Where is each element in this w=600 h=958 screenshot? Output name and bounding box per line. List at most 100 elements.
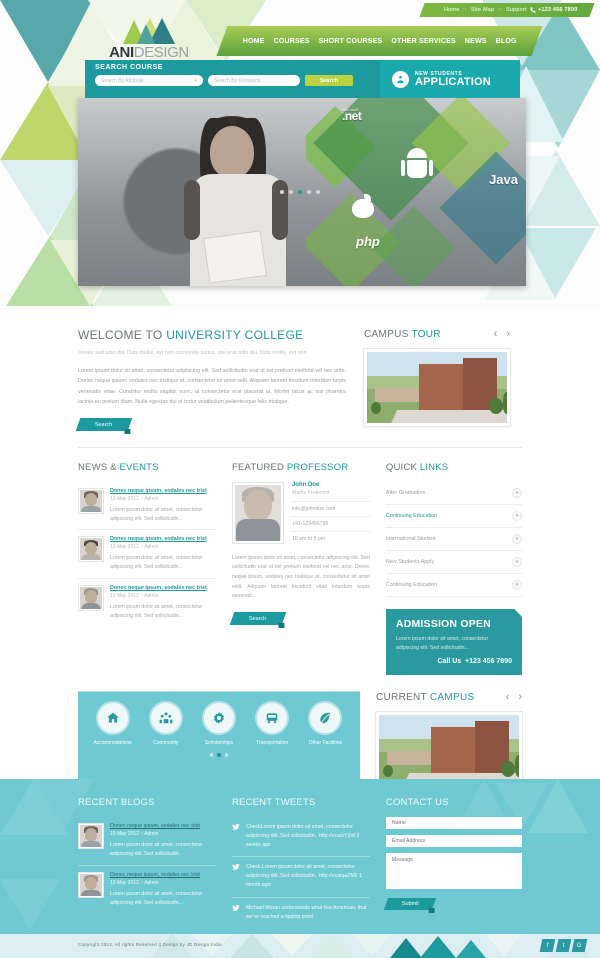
star-icon[interactable]: ★ [512,533,522,544]
quick-link-row[interactable]: New Students Apply ★ [385,551,522,574]
facility-community[interactable]: Community [140,701,192,746]
tweet-item[interactable]: Michael Moran understands what few Ameri… [232,898,370,928]
nav-item-other-services[interactable]: OTHER SERVICES [391,38,456,45]
blog-list-item[interactable]: Donec neque ipsum, sodales nec trist 19 … [78,866,216,914]
news-item-title[interactable]: Donec neque ipsum, sodales nec trist [110,488,216,494]
facilities-dot-2-active[interactable] [217,753,221,757]
facility-transportation[interactable]: Transportation [246,701,298,746]
news-heading: NEWS & EVENTS [78,462,216,473]
news-item-title[interactable]: Donec neque ipsum, sodales nec trist [110,585,216,591]
facility-label: Community [153,740,179,747]
news-list-item[interactable]: Donec neque ipsum, sodales nec trist 19 … [78,482,216,531]
topbar-phone-number: +123 456 7890 [538,7,578,13]
application-label: APPLICATION [415,75,491,88]
facility-scholarships[interactable]: Scholarships [193,701,245,746]
logo-text-ani: ANI [109,44,134,61]
nav-item-blog[interactable]: BLOG [495,38,516,45]
nav-item-home[interactable]: HOME [243,38,265,45]
nav-item-courses[interactable]: COURSES [273,38,309,45]
twitter-bird-icon [232,863,240,890]
recent-tweets-heading: RECENT TWEETS [231,797,316,808]
facility-accommodations[interactable]: Accommodations [87,701,139,746]
footer-section: RECENT BLOGS Donec neque ipsum, sodales … [0,779,600,934]
campus-tour-prev-icon[interactable]: ‹ [494,328,498,340]
blog-item-title[interactable]: Donec neque ipsum, sodales nec trist [110,823,216,829]
quick-link-new-students-apply[interactable]: New Students Apply [386,559,434,565]
quick-link-row[interactable]: Continuing Education ★ [385,505,522,528]
facility-label: Scholarships [204,740,234,747]
tweet-text: Check Lorem ipsum dolor sit amet, consec… [245,864,362,889]
current-campus-heading-plain: CURRENT [376,691,430,703]
quick-link-international-student[interactable]: International Student [386,536,436,542]
welcome-search-button[interactable]: Search [75,417,133,431]
news-item-title[interactable]: Donec neque ipsum, sodales nec trist [110,536,216,542]
search-keywords-input[interactable]: Search By Keywords [208,75,300,86]
contact-submit-button[interactable]: Submit [383,898,437,910]
news-list-item[interactable]: Donec neque ipsum, sodales nec trist 19 … [78,530,216,580]
campus-tour-next-icon[interactable]: › [506,328,510,340]
quick-link-continuing-education-2[interactable]: Continuing Education [386,582,437,588]
facilities-dot-3[interactable] [225,753,229,757]
facilities-dot-1[interactable] [210,753,214,757]
google-plus-icon[interactable]: G [571,939,588,952]
hero-dot-2[interactable] [289,190,293,194]
contact-email-input[interactable] [385,835,522,847]
logo-text-design: DESIGN [133,44,190,61]
student-photo [178,114,298,286]
twitter-icon[interactable]: t [555,939,572,952]
professor-phone: +91-123456789 [291,517,370,532]
quick-link-after-graduation[interactable]: After Graduation [386,490,426,496]
topbar-link-support[interactable]: Support [506,7,527,13]
twitter-bird-icon [232,904,240,922]
blog-list-item[interactable]: Donec neque ipsum, sodales nec trist 19 … [78,817,216,866]
quick-link-row[interactable]: After Graduation ★ [385,482,522,505]
current-campus-prev-icon[interactable]: ‹ [506,691,510,703]
hero-slider-dots[interactable] [0,190,600,194]
topbar-link-home[interactable]: Home [444,7,459,13]
facebook-icon[interactable]: f [539,939,556,952]
quick-link-continuing-education[interactable]: Continuing Education [386,513,437,519]
star-icon[interactable]: ★ [512,487,522,498]
facilities-panel: Accommodations Community Scholarships Tr… [78,691,360,789]
facilities-slider-dots[interactable] [86,753,352,757]
contact-message-textarea[interactable] [385,853,522,889]
star-icon[interactable]: ★ [512,579,522,590]
news-list-item[interactable]: Donec neque ipsum, sodales nec trist 19 … [78,579,216,627]
avatar [78,823,104,849]
blog-item-title[interactable]: Donec neque ipsum, sodales nec trist [110,872,216,878]
logo-text: ANIDESIGN [109,45,189,60]
apple-icon [352,194,374,218]
professor-search-button[interactable]: Search [229,611,287,625]
facility-other[interactable]: Other Facilities [299,701,351,746]
hero-dot-3-active[interactable] [298,190,302,194]
professor-email[interactable]: info@johndoe.com [291,502,370,517]
quick-link-row[interactable]: International Student ★ [385,528,522,551]
news-heading-highlight: EVENTS [119,461,159,473]
blog-item-meta: 19 May 2012 :: Admin [110,831,159,837]
main-navigation: HOME COURSES SHORT COURSES OTHER SERVICE… [216,26,543,56]
hero-dot-1[interactable] [280,190,284,194]
facility-label: Accommodations [93,740,132,747]
new-students-application[interactable]: NEW STUDENTS APPLICATION [380,60,520,98]
star-icon[interactable]: ★ [512,556,522,567]
search-submit-button[interactable]: Search [305,75,353,86]
contact-name-input[interactable] [385,817,522,829]
admission-open-banner[interactable]: ADMISSION OPEN Lorem ipsum dolor sit ame… [386,609,522,676]
professor-name: John Doe [291,481,320,488]
site-logo[interactable]: ANIDESIGN [97,18,201,63]
quick-link-row[interactable]: Continuing Education ★ [385,574,522,597]
nav-item-news[interactable]: NEWS [465,38,487,45]
campus-tour-heading: CAMPUS TOUR [364,329,441,340]
featured-professor-column: FEATURED PROFESSOR John Doe Maths Profes… [229,462,370,676]
current-campus-next-icon[interactable]: › [518,691,522,703]
star-icon[interactable]: ★ [512,510,522,521]
search-attribute-select[interactable]: Search By Attribute ▾ [95,75,203,86]
welcome-heading-highlight: UNIVERSITY COLLEGE [166,328,304,342]
topbar-link-sitemap[interactable]: Site Map [471,7,494,13]
hero-dot-4[interactable] [307,190,311,194]
tweet-item[interactable]: CheckLorem ipsum dolor sit amet, consect… [231,817,370,858]
nav-item-short-courses[interactable]: SHORT COURSES [318,38,382,45]
tweet-item[interactable]: Check Lorem ipsum dolor sit amet, consec… [231,857,370,898]
welcome-search-button-label: Search [95,421,113,428]
hero-dot-5[interactable] [316,190,320,194]
